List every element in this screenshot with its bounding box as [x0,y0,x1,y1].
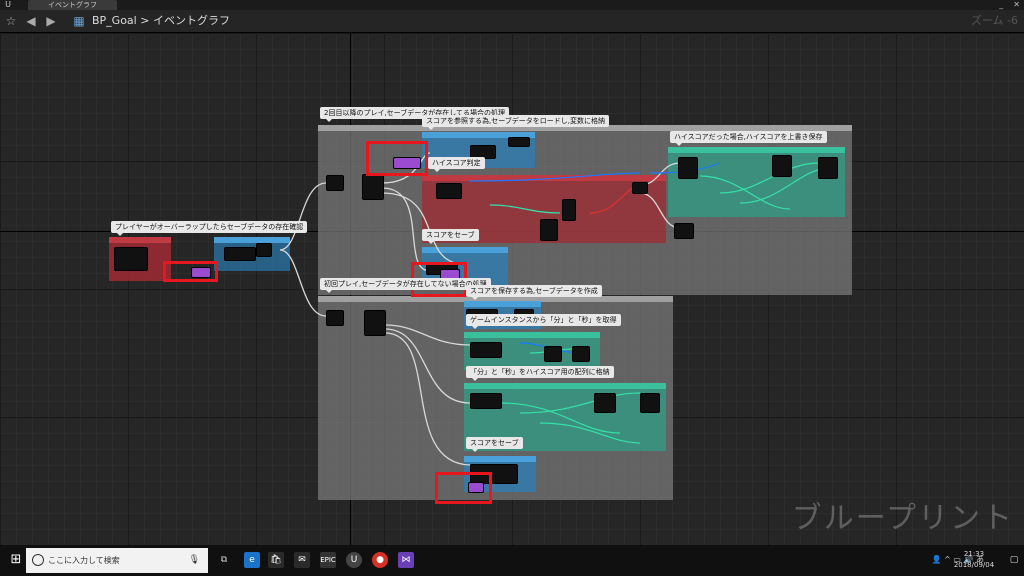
store-icon[interactable]: 🛍 [268,552,284,568]
breadcrumb-current: イベントグラフ [152,14,230,27]
breadcrumb-separator: > [140,14,150,27]
data-wire [519,392,641,414]
search-placeholder: ここに入力して検索 [48,556,120,565]
node-compare-2[interactable] [562,199,576,221]
blueprint-watermark: ブループリント [791,501,1014,536]
data-wires-red [589,187,633,214]
comment-store-array[interactable]: 「分」と「秒」をハイスコア用の配列に格納 [466,366,614,381]
node-get-minutes[interactable] [544,346,562,362]
clock-time: 21:33 [963,550,985,558]
node-does-save-exist[interactable] [224,247,256,261]
node-get-array[interactable] [470,393,502,409]
node-reroute-top[interactable] [326,175,344,191]
node-set-array-2[interactable] [818,157,838,179]
tab-event-graph[interactable]: イベントグラフ [28,0,117,10]
node-add-minutes[interactable] [594,393,616,413]
node-get-hiscore[interactable] [436,183,462,199]
data-wire [719,162,821,194]
person-icon[interactable]: 👤 [932,555,942,564]
comment-load-note[interactable]: スコアを参照する為,セーブデータをロードし,変数に格納 [422,115,610,130]
comment-create-save[interactable]: スコアを保存する為,セーブデータを作成 [466,285,602,300]
mail-icon[interactable]: ✉ [294,552,310,568]
chrome-icon[interactable]: ● [372,552,388,568]
exec-wire [381,192,456,264]
star-icon[interactable]: ☆ [4,14,18,28]
forward-arrow-icon[interactable]: ▶ [44,14,58,28]
taskbar-clock[interactable]: 21:33 2018/09/04 [944,549,1004,571]
search-circle-icon [32,554,44,566]
clock-date: 2018/09/04 [953,561,995,569]
node-compare-1[interactable] [540,219,558,241]
graph-toolbar: ☆ ◀ ▶ ▦ BP_Goal > イベントグラフ ズーム -6 [0,10,1024,33]
data-wire [589,187,633,214]
minimize-button[interactable]: _ [999,0,1003,10]
unreal-logo-icon: U [5,0,11,9]
microphone-icon[interactable]: 🎙 [189,554,200,567]
comment-get-time[interactable]: ゲームインスタンスから「分」と「秒」を取得 [466,314,621,329]
node-branch-hiscore[interactable] [632,182,648,194]
comment-hiscore-check[interactable]: ハイスコア判定 [428,157,485,172]
notification-icon[interactable]: ▢ [1008,553,1020,567]
comment-score-save-1[interactable]: スコアをセーブ [422,229,479,244]
back-arrow-icon[interactable]: ◀ [24,14,38,28]
node-sequence-top[interactable] [362,174,384,200]
comment-score-save-2[interactable]: スコアをセーブ [466,437,523,452]
node-get-seconds[interactable] [572,346,590,362]
zoom-level: ズーム -6 [970,14,1018,27]
data-wire [469,172,641,182]
highlight-box [366,141,428,176]
window-controls: _ ✕ [999,0,1020,10]
breadcrumb-root[interactable]: BP_Goal [92,14,137,27]
comment-overlap-check[interactable]: プレイヤーがオーバーラップしたらセーブデータの存在確認 [111,221,308,236]
exec-wire [384,332,471,466]
blueprint-graph-canvas[interactable]: 2回目以降のプレイ,セーブデータが存在してる場合の処理 スコアを参照する為,セー… [0,33,1024,545]
visual-studio-icon[interactable]: ⋈ [398,552,414,568]
data-wires-green [489,162,831,444]
windows-taskbar: ⊞ ここに入力して検索 🎙 ⧉ e 🛍 ✉ EPIC U ● ⋈ 👤 ^ ▭ 🔊… [0,545,1024,576]
node-reroute-bottom[interactable] [326,310,344,326]
comment-hiscore-overwrite[interactable]: ハイスコアだった場合,ハイスコアを上書き保存 [670,131,827,146]
title-bar: U イベントグラフ _ ✕ [0,0,1024,10]
task-view-icon[interactable]: ⧉ [216,552,232,568]
node-branch[interactable] [256,243,272,257]
node-get-game-instance[interactable] [470,342,502,358]
node-add-seconds[interactable] [640,393,660,413]
blueprint-grid-icon: ▦ [73,14,85,28]
node-sequence-bottom[interactable] [364,310,386,336]
highlight-box [435,472,492,504]
exec-wire [384,328,471,404]
taskbar-search-box[interactable]: ここに入力して検索 🎙 [26,548,208,573]
data-wire [539,422,641,444]
unreal-engine-icon[interactable]: U [346,552,362,568]
edge-icon[interactable]: e [244,552,260,568]
node-save-game-1[interactable] [674,223,694,239]
event-node-overlap[interactable] [114,247,148,271]
highlight-box [163,261,218,282]
data-wire [489,204,561,214]
close-button[interactable]: ✕ [1013,0,1020,10]
node-get-time-top[interactable] [678,157,698,179]
exec-wire [384,324,471,346]
windows-start-icon[interactable]: ⊞ [8,552,24,568]
epic-launcher-icon[interactable]: EPIC [320,552,336,568]
exec-wire [279,182,327,251]
node-set-array-1[interactable] [772,155,792,177]
node-cast[interactable] [508,137,530,147]
breadcrumb: BP_Goal > イベントグラフ [92,14,230,28]
